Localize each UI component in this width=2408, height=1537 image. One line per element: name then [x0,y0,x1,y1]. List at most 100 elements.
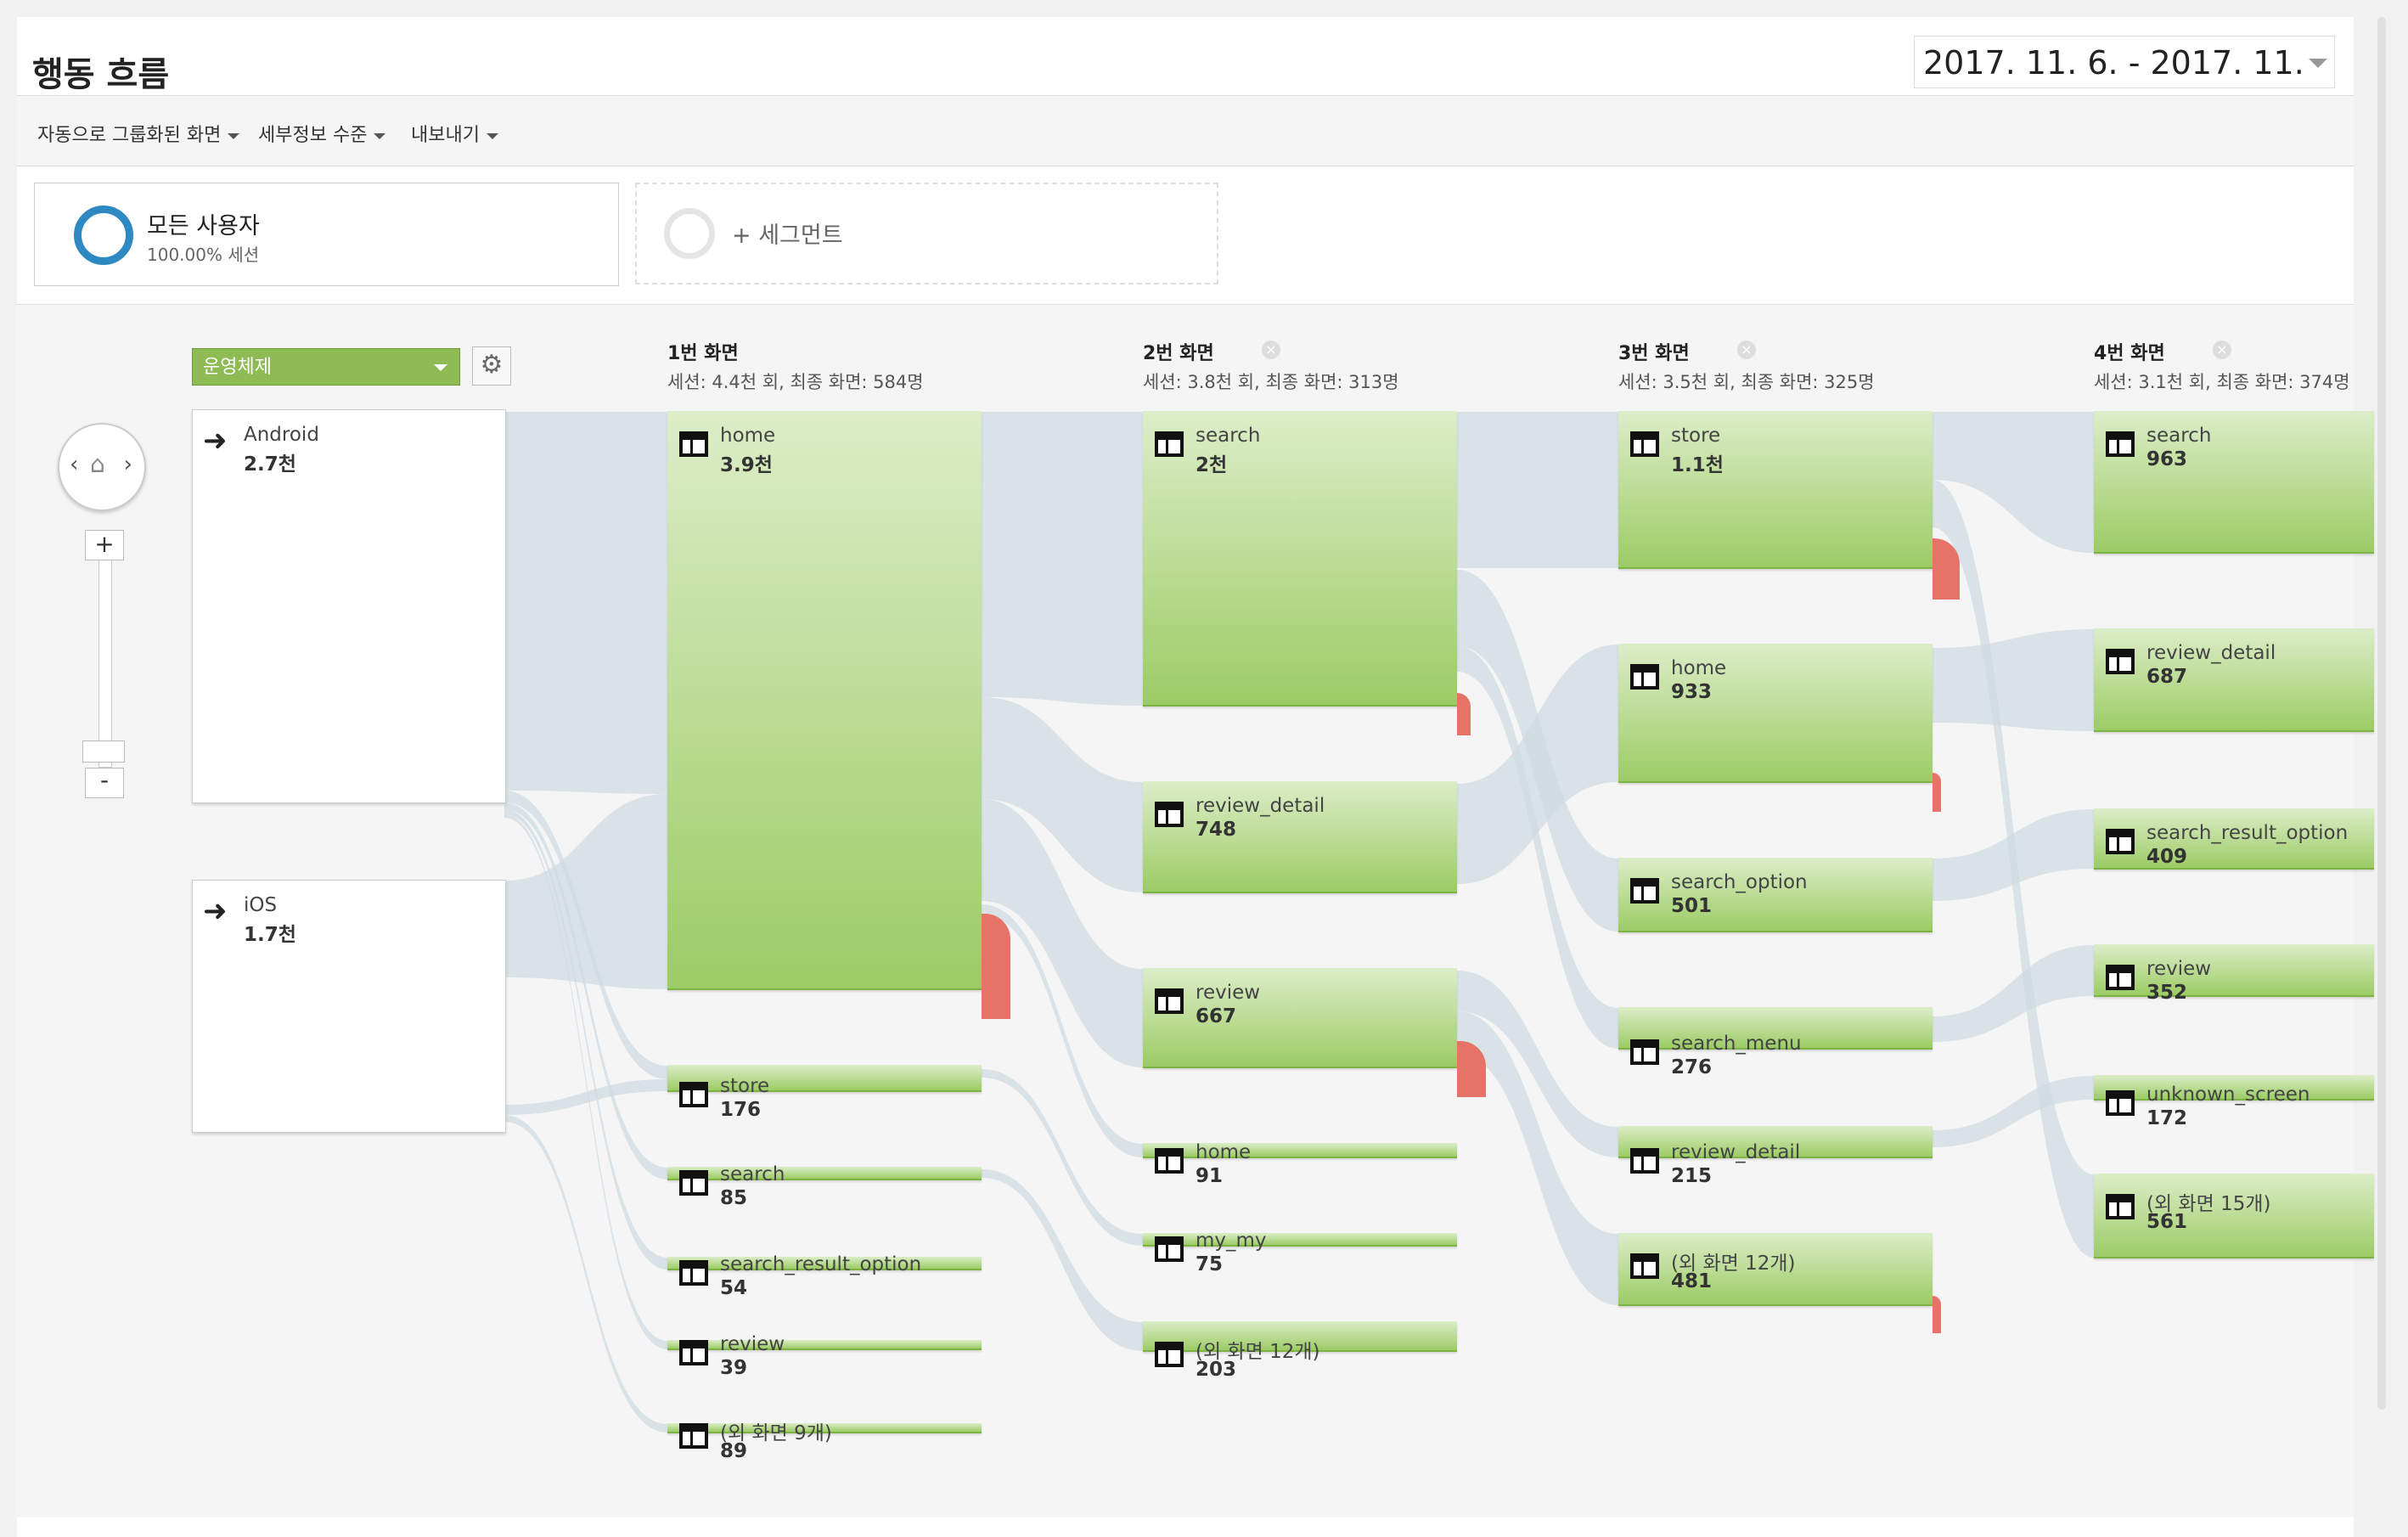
flow-search-other[interactable] [982,1169,1143,1351]
pan-control[interactable]: ‹ ⌂ › [58,423,146,511]
node-label: search_menu [1671,1033,1802,1055]
screen-icon [2106,649,2135,674]
flow-store-mymy[interactable] [982,1069,1143,1246]
flow-node-search[interactable] [2094,411,2374,554]
close-icon[interactable]: × [1262,341,1280,359]
drop-off-indicator[interactable] [1933,1296,1941,1333]
export-dropdown[interactable]: 내보내기 [411,120,498,147]
screen-icon [679,1170,708,1196]
screen-icon [1155,431,1184,457]
column-title: 2번 화면 [1143,343,1214,364]
flow-search-store[interactable] [1457,412,1618,568]
node-value: 89 [720,1440,748,1462]
dimension-select-value: 운영체제 [203,357,272,378]
node-value: 203 [1196,1359,1237,1381]
gear-icon[interactable]: ⚙ [472,346,511,386]
segment-all-users[interactable]: 모든 사용자 100.00% 세션 [34,183,619,286]
flow-ios-store[interactable] [504,1079,667,1115]
flow-node-search[interactable] [1143,411,1457,707]
node-value: 54 [720,1277,748,1299]
screen-icon [1155,1148,1184,1174]
node-value: 39 [720,1357,748,1379]
flow-home-search[interactable] [982,412,1143,706]
grouped-screens-label: 자동으로 그룹화된 화면 [37,125,222,146]
caret-down-icon [374,132,386,139]
segment-percentage: 100.00% 세션 [147,245,260,265]
chevron-left-icon[interactable]: ‹ [70,452,78,477]
node-label: search_option [1671,871,1808,893]
entry-arrow-icon: ➜ [203,894,228,928]
flow-node-review[interactable] [1143,968,1457,1068]
flow-node-my-my[interactable] [1143,1233,1457,1247]
zoom-slider-handle[interactable] [82,740,125,763]
node-label: home [1196,1141,1252,1163]
source-node-android[interactable]: ➜ Android 2.7천 [192,409,506,803]
close-icon[interactable]: × [1737,341,1756,359]
zoom-slider-track[interactable] [98,545,112,768]
flow-home-reviewdetail[interactable] [1933,629,2094,731]
screen-icon [1630,1253,1659,1279]
zoom-out-button[interactable]: - [85,768,124,798]
drop-off-indicator[interactable] [1457,693,1471,735]
source-value: 2.7천 [244,453,296,476]
home-icon[interactable]: ⌂ [90,450,105,478]
node-label: store [720,1075,770,1097]
source-node-ios[interactable]: ➜ iOS 1.7천 [192,880,506,1133]
zoom-in-button[interactable]: + [85,530,124,560]
date-range-picker[interactable]: 2017. 11. 6. - 2017. 11. 12. [1914,36,2335,134]
screen-icon [1155,802,1184,827]
flow-reviewdetail-unknown[interactable] [1933,1076,2094,1147]
flow-node-review[interactable] [667,1340,982,1350]
node-label: review_detail [2146,642,2276,664]
node-value: 481 [1671,1270,1713,1292]
node-label: home [1671,657,1727,679]
caret-down-icon [228,132,240,139]
node-value: 687 [2146,666,2188,688]
screen-icon [1630,664,1659,690]
node-value: 409 [2146,846,2188,868]
detail-level-label: 세부정보 수준 [258,125,368,146]
node-value: 2천 [1196,454,1228,476]
flow-searchmenu-review[interactable] [1933,945,2094,1042]
add-segment-button[interactable]: + 세그먼트 [635,183,1218,284]
flow-node-store[interactable] [1618,411,1933,569]
dimension-select[interactable]: 운영체제 [192,348,460,386]
source-name: Android [244,424,319,446]
node-value: 176 [720,1099,762,1121]
chevron-right-icon[interactable]: › [124,452,132,477]
drop-off-indicator[interactable] [982,914,1010,1019]
node-value: 172 [2146,1107,2188,1129]
flow-node-home[interactable] [1618,644,1933,783]
flow-ios-home[interactable] [504,794,667,989]
node-value: 963 [2146,448,2188,470]
column-summary: 세션: 3.1천 회, 최종 화면: 374명 [2094,372,2350,392]
close-icon[interactable]: × [2213,341,2231,359]
source-value: 1.7천 [244,924,296,946]
flow-node--15-[interactable] [2094,1174,2374,1258]
caret-down-icon [434,364,447,371]
column-summary: 세션: 3.8천 회, 최종 화면: 313명 [1143,372,1399,392]
flow-android-home[interactable] [504,412,667,794]
page-title: 행동 흐름 [32,55,170,94]
node-value: 748 [1196,819,1237,841]
node-value: 276 [1671,1056,1713,1078]
detail-level-dropdown[interactable]: 세부정보 수준 [258,120,386,147]
flow-node-search-option[interactable] [1618,858,1933,932]
screen-icon [679,1260,708,1286]
grouped-screens-dropdown[interactable]: 자동으로 그룹화된 화면 [37,120,240,147]
flow-node-review[interactable] [2094,944,2374,997]
drop-off-indicator[interactable] [1933,773,1941,812]
node-label: search [720,1163,785,1185]
screen-icon [2106,829,2135,854]
node-label: my_my [1196,1230,1267,1252]
page-scrollbar[interactable] [2377,17,2386,1410]
column-summary: 세션: 4.4천 회, 최종 화면: 584명 [667,372,924,392]
flow-node-store[interactable] [667,1065,982,1092]
node-label: home [720,425,776,447]
flow-node-home[interactable] [1143,1143,1457,1158]
node-label: search_result_option [720,1253,922,1275]
flow-node-search[interactable] [667,1167,982,1180]
screen-icon [679,1082,708,1107]
flow-node-home[interactable] [667,411,982,990]
node-label: search [1196,425,1261,447]
